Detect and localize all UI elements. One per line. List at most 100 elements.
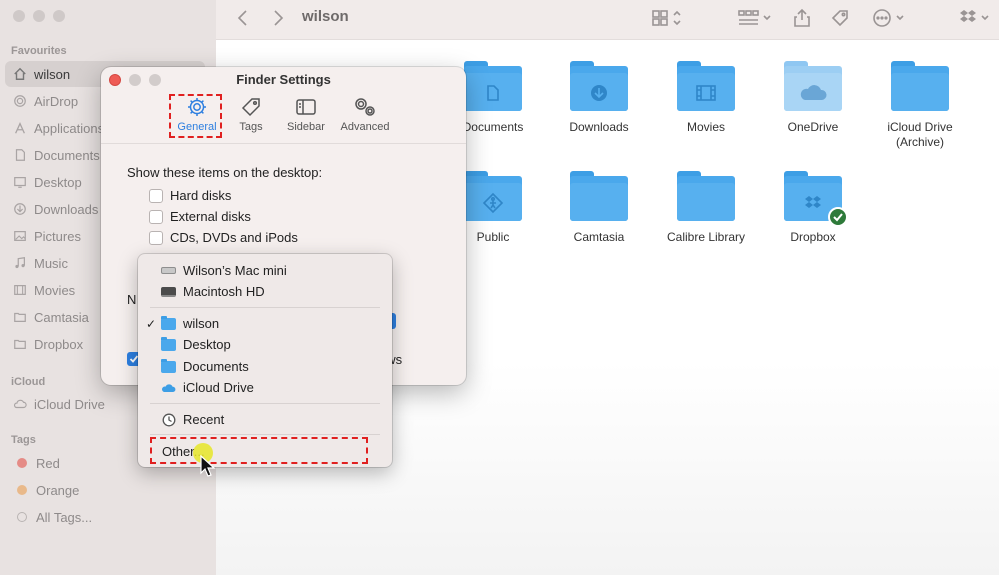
tab-label: Sidebar [287, 121, 325, 133]
file-name: Camtasia [573, 230, 625, 244]
tag-icon [241, 98, 260, 117]
sidebar-item-label: Desktop [34, 174, 82, 190]
close-window-button[interactable] [13, 10, 25, 22]
orange-tag-dot [17, 485, 27, 495]
tag-button[interactable] [830, 8, 850, 28]
more-actions-button[interactable] [872, 8, 908, 28]
file-item-dropbox[interactable]: Dropbox [758, 171, 868, 245]
menu-item-label: Macintosh HD [183, 284, 265, 299]
folder-icon [784, 171, 848, 227]
hard-disks-option[interactable]: Hard disks [149, 188, 231, 203]
sidebar-item-label: Movies [34, 282, 76, 298]
cloud-icon [12, 396, 28, 412]
menu-separator [150, 307, 380, 308]
sidebar-item-label: Red [36, 455, 60, 471]
group-by-button[interactable] [738, 8, 774, 28]
settings-title: Finder Settings [236, 72, 331, 87]
sidebar-item-label: Applications [34, 120, 105, 136]
group-icon [738, 10, 771, 25]
airdrop-icon [12, 93, 28, 109]
menu-item-desktop[interactable]: Desktop [138, 334, 392, 355]
tag-icon [831, 10, 848, 27]
zoom-window-button[interactable] [53, 10, 65, 22]
dropbox-icon [960, 10, 989, 22]
tab-tags[interactable]: Tags [223, 96, 279, 133]
chevron-left-icon [237, 10, 247, 26]
new-window-location-menu: Wilson’s Mac mini Macintosh HD ✓ wilson … [138, 254, 392, 467]
menu-item-mac-mini[interactable]: Wilson’s Mac mini [138, 260, 392, 281]
music-icon [12, 255, 28, 271]
sidebar-icon [296, 99, 316, 115]
applications-icon [12, 120, 28, 136]
window-title: wilson [302, 8, 349, 25]
ellipsis-circle-icon [873, 9, 904, 27]
sidebar-item-label: Camtasia [34, 309, 89, 325]
menu-item-icloud-drive[interactable]: iCloud Drive [138, 377, 392, 398]
chevron-right-icon [274, 10, 284, 26]
file-item-icloud-drive-archive[interactable]: iCloud Drive (Archive) [865, 61, 975, 150]
file-item-camtasia[interactable]: Camtasia [544, 171, 654, 245]
file-item-downloads[interactable]: Downloads [544, 61, 654, 135]
sidebar-item-label: Pictures [34, 228, 81, 244]
document-icon [12, 147, 28, 163]
tags-header: Tags [11, 434, 36, 446]
tab-advanced[interactable]: Advanced [337, 96, 393, 133]
file-item-onedrive[interactable]: OneDrive [758, 61, 868, 135]
sync-complete-badge [828, 207, 848, 227]
view-mode-button[interactable] [652, 8, 684, 28]
checkmark-icon [833, 213, 843, 222]
folder-icon [161, 358, 176, 374]
computer-icon [161, 263, 176, 278]
sidebar-item-all-tags[interactable]: All Tags... [5, 504, 205, 530]
file-item-calibre-library[interactable]: Calibre Library [651, 171, 761, 245]
general-tab-highlight [169, 94, 222, 138]
menu-item-documents[interactable]: Documents [138, 356, 392, 377]
folder-icon [677, 61, 735, 111]
sidebar-item-label: Downloads [34, 201, 99, 217]
download-icon [591, 85, 607, 101]
finder-toolbar: wilson [216, 0, 999, 40]
new-window-label-partial: N [127, 292, 137, 307]
pictures-icon [12, 228, 28, 244]
tab-label: Advanced [340, 121, 390, 133]
sidebar-item-label: AirDrop [34, 93, 79, 109]
file-item-movies[interactable]: Movies [651, 61, 761, 135]
folder-icon [12, 309, 28, 325]
menu-item-macintosh-hd[interactable]: Macintosh HD [138, 281, 392, 302]
cds-dvds-ipods-checkbox[interactable] [149, 230, 163, 245]
tab-sidebar[interactable]: Sidebar [278, 96, 334, 133]
file-name: Movies [686, 120, 725, 134]
external-disks-checkbox[interactable] [149, 209, 163, 224]
menu-item-label: Desktop [183, 337, 231, 352]
clock-icon [161, 412, 176, 427]
option-label: Hard disks [170, 188, 232, 203]
sidebar-item-tag-orange[interactable]: Orange [5, 477, 205, 503]
file-name: OneDrive [787, 120, 839, 134]
back-button[interactable] [236, 8, 250, 28]
minimize-window-button[interactable] [33, 10, 45, 22]
sidebar-item-label: iCloud Drive [34, 396, 105, 412]
share-button[interactable] [793, 8, 811, 28]
home-icon [12, 66, 28, 82]
forward-button[interactable] [271, 8, 285, 28]
public-icon [482, 192, 504, 214]
favourites-header: Favourites [11, 45, 67, 57]
cloud-icon [161, 380, 176, 395]
grid-view-icon [652, 10, 681, 26]
dropbox-icon [805, 196, 821, 208]
hard-disks-checkbox[interactable] [149, 188, 163, 203]
disk-icon [161, 284, 176, 299]
desktop-icon [12, 174, 28, 190]
external-disks-option[interactable]: External disks [149, 209, 251, 224]
cds-dvds-ipods-option[interactable]: CDs, DVDs and iPods [149, 230, 298, 245]
folder-icon [891, 61, 949, 111]
advanced-gears-icon [355, 98, 375, 116]
window-controls [13, 10, 65, 22]
file-name: Calibre Library [666, 230, 746, 244]
dropbox-toolbar-button[interactable] [956, 8, 992, 28]
menu-item-label: Recent [183, 412, 225, 427]
menu-item-recent[interactable]: Recent [138, 409, 392, 430]
folder-icon [161, 315, 176, 331]
settings-divider [101, 143, 466, 144]
menu-item-wilson[interactable]: ✓ wilson [138, 313, 392, 334]
